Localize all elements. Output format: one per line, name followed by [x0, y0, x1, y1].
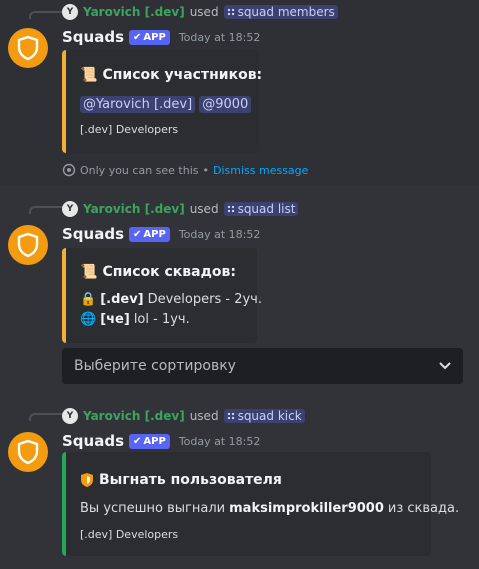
bot-name[interactable]: Squads [62, 28, 124, 46]
shield-badge-icon [81, 473, 93, 487]
scroll-icon: 📜 [80, 264, 98, 280]
separator: • [202, 163, 210, 177]
kicked-username: maksimprokiller9000 [229, 501, 384, 516]
lock-icon: 🔒 [80, 292, 97, 307]
command-chip[interactable]: squad kick [223, 409, 305, 423]
reply-context[interactable]: Y Yarovich [.dev] used squad list [62, 201, 299, 217]
app-badge: ✔ APP [129, 433, 170, 449]
squad-tag: [че] [100, 312, 130, 327]
reply-context[interactable]: Y Yarovich [.dev] used squad kick [62, 408, 305, 424]
sort-select[interactable]: Выберите сортировку [62, 348, 463, 384]
dismiss-message-link[interactable]: Dismiss message [213, 164, 308, 177]
timestamp: Today at 18:52 [178, 434, 261, 448]
command-chip[interactable]: squad members [223, 5, 338, 19]
shield-icon [17, 35, 39, 61]
reply-username[interactable]: Yarovich [.dev] [83, 409, 185, 423]
bot-avatar[interactable] [8, 28, 48, 68]
globe-icon: 🌐 [80, 312, 97, 327]
timestamp: Today at 18:52 [178, 227, 261, 241]
body-text-pre: Вы успешно выгнали [80, 501, 226, 516]
user-mini-avatar: Y [62, 201, 78, 217]
reply-used-text: used [189, 5, 219, 19]
message-3: Y Yarovich [.dev] used squad kick Squads… [0, 402, 479, 569]
embed-kick: Выгнать пользователя Вы успешно выгнали … [62, 452, 459, 556]
embed-title: Список сквадов: [102, 264, 236, 280]
select-placeholder: Выберите сортировку [74, 358, 236, 374]
shield-icon [17, 439, 39, 465]
shield-icon [17, 232, 39, 258]
ephemeral-text: Only you can see this [80, 163, 199, 177]
squad-tag: [.dev] [100, 292, 144, 307]
reply-used-text: used [189, 409, 219, 423]
embed-squad-list: 📜 Список сквадов: 🔒 [.dev] Developers - … [62, 248, 262, 343]
chevron-down-icon [439, 362, 451, 370]
user-mention[interactable]: @9000 [199, 96, 252, 113]
slash-command-icon [226, 205, 235, 213]
squad-info: Developers - 2уч. [147, 292, 262, 307]
user-mini-avatar: Y [62, 4, 78, 20]
timestamp: Today at 18:52 [178, 30, 261, 44]
app-badge: ✔ APP [129, 29, 170, 45]
command-chip[interactable]: squad list [223, 202, 299, 216]
embed-footer: [.dev] Developers [80, 528, 179, 541]
bot-name[interactable]: Squads [62, 432, 124, 450]
body-text-post: из сквада. [387, 501, 460, 516]
embed-title: Выгнать пользователя [99, 472, 282, 488]
bot-avatar[interactable] [8, 432, 48, 472]
eye-icon [62, 163, 76, 177]
embed-footer: [.dev] Developers [80, 123, 179, 136]
reply-username[interactable]: Yarovich [.dev] [83, 5, 185, 19]
bot-avatar[interactable] [8, 225, 48, 265]
slash-command-icon [226, 8, 235, 16]
embed-title: Список участников: [102, 67, 263, 83]
bot-name[interactable]: Squads [62, 225, 124, 243]
reply-used-text: used [189, 202, 219, 216]
scroll-icon: 📜 [80, 67, 98, 83]
reply-username[interactable]: Yarovich [.dev] [83, 202, 185, 216]
slash-command-icon [226, 412, 235, 420]
embed-members: 📜 Список участников: @Yarovich [.dev] @9… [62, 50, 263, 153]
reply-context[interactable]: Y Yarovich [.dev] used squad members [62, 4, 338, 20]
squad-info: lol - 1уч. [133, 312, 190, 327]
user-mention[interactable]: @Yarovich [.dev] [80, 96, 196, 113]
message-2: Y Yarovich [.dev] used squad list Squads… [0, 195, 479, 395]
user-mini-avatar: Y [62, 408, 78, 424]
app-badge: ✔ APP [129, 226, 170, 242]
message-1: Y Yarovich [.dev] used squad members Squ… [0, 0, 479, 185]
